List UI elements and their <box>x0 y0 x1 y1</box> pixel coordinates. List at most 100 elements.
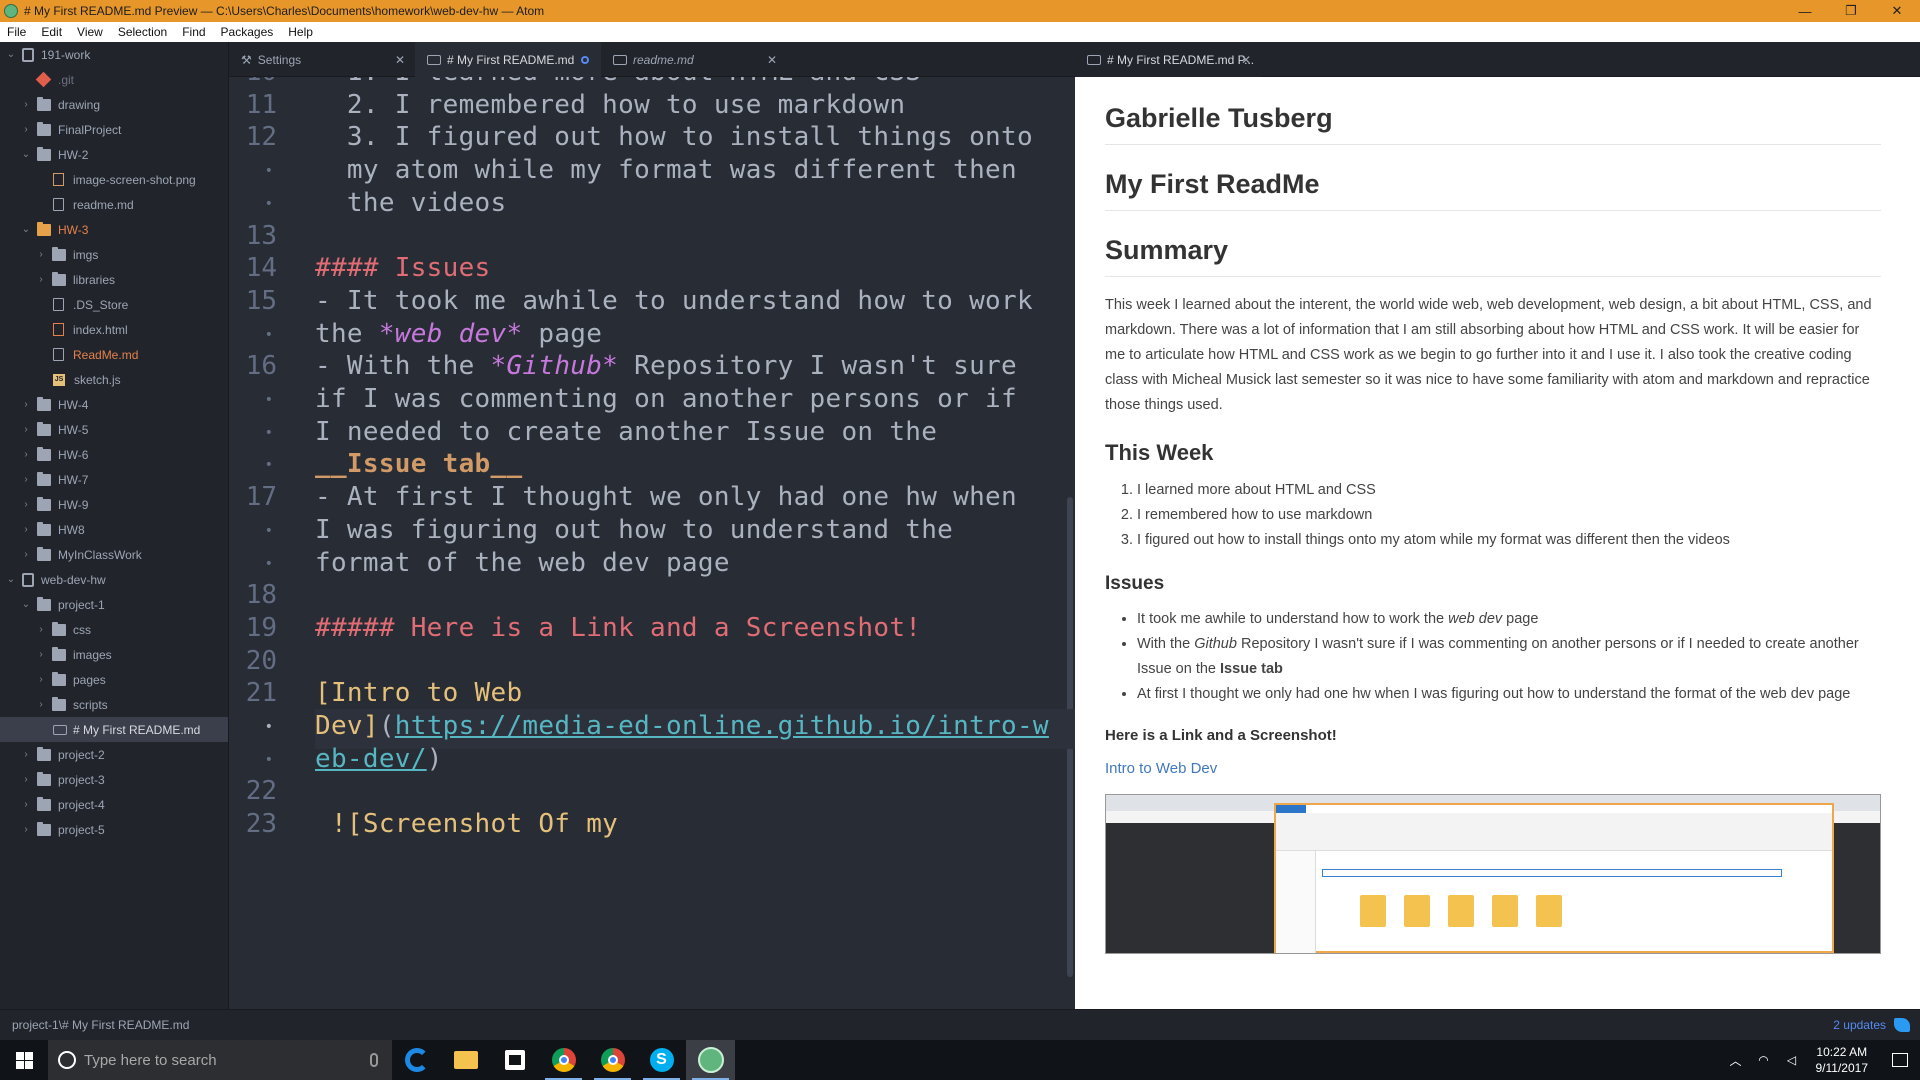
code-line[interactable]: I was figuring out how to understand the <box>315 515 953 545</box>
tree-item[interactable]: index.html <box>0 317 228 342</box>
chevron-down-icon[interactable]: ⌄ <box>6 574 16 585</box>
chevron-down-icon[interactable]: ⌄ <box>21 224 31 235</box>
status-file-path[interactable]: project-1\# My First README.md <box>0 1018 1833 1032</box>
chevron-right-icon[interactable]: › <box>21 749 31 760</box>
code-line[interactable]: I needed to create another Issue on the <box>315 417 937 447</box>
tree-item[interactable]: ⌄ HW-3 <box>0 217 228 242</box>
taskbar-search-box[interactable]: Type here to search <box>48 1040 392 1080</box>
taskbar-skype[interactable]: S <box>637 1040 686 1080</box>
tree-item[interactable]: › MyInClassWork <box>0 542 228 567</box>
tree-item[interactable]: › imgs <box>0 242 228 267</box>
volume-icon[interactable]: ◁ <box>1782 1053 1802 1067</box>
chevron-right-icon[interactable]: › <box>21 124 31 135</box>
code-line[interactable]: format of the web dev page <box>315 548 730 578</box>
tree-item[interactable]: › project-3 <box>0 767 228 792</box>
code-line[interactable]: if I was commenting on another persons o… <box>315 384 1017 414</box>
chevron-right-icon[interactable]: › <box>21 549 31 560</box>
code-line[interactable]: eb-dev/) <box>315 744 443 774</box>
menu-find[interactable]: Find <box>175 25 213 39</box>
tree-item[interactable]: › libraries <box>0 267 228 292</box>
taskbar-atom[interactable] <box>686 1040 735 1080</box>
tree-item[interactable]: › FinalProject <box>0 117 228 142</box>
tree-item[interactable]: › HW-7 <box>0 467 228 492</box>
tree-item[interactable]: › images <box>0 642 228 667</box>
maximize-button[interactable]: ❐ <box>1828 0 1874 22</box>
code-line[interactable]: __Issue tab__ <box>315 449 522 479</box>
close-button[interactable]: ✕ <box>1874 0 1920 22</box>
code-line[interactable]: 1. I learned more about HTML and CSS <box>315 77 921 87</box>
tree-item[interactable]: › css <box>0 617 228 642</box>
chevron-down-icon[interactable]: ⌄ <box>21 599 31 610</box>
tree-item[interactable]: .git <box>0 67 228 92</box>
chevron-right-icon[interactable]: › <box>21 399 31 410</box>
tree-item[interactable]: readme.md <box>0 192 228 217</box>
tree-item[interactable]: › HW-6 <box>0 442 228 467</box>
tree-item[interactable]: › drawing <box>0 92 228 117</box>
taskbar-edge[interactable] <box>392 1040 441 1080</box>
chevron-right-icon[interactable]: › <box>21 799 31 810</box>
tab-close-icon[interactable]: ✕ <box>767 53 777 67</box>
action-center-button[interactable] <box>1880 1040 1920 1080</box>
updates-indicator[interactable]: 2 updates <box>1833 1018 1920 1032</box>
chevron-right-icon[interactable]: › <box>36 674 46 685</box>
code-line[interactable]: Dev](https://media-ed-online.github.io/i… <box>315 711 1049 741</box>
tree-item[interactable]: JS sketch.js <box>0 367 228 392</box>
tree-item[interactable]: › project-2 <box>0 742 228 767</box>
menu-packages[interactable]: Packages <box>214 25 282 39</box>
chevron-right-icon[interactable]: › <box>36 249 46 260</box>
chevron-right-icon[interactable]: › <box>36 624 46 635</box>
microphone-icon[interactable] <box>370 1053 378 1067</box>
tab-settings[interactable]: ⚒ Settings ✕ <box>229 42 415 77</box>
tree-item[interactable]: › HW-5 <box>0 417 228 442</box>
tree-item[interactable]: › HW8 <box>0 517 228 542</box>
chevron-down-icon[interactable]: ⌄ <box>6 49 16 60</box>
code-line[interactable]: - With the *Github* Repository I wasn't … <box>315 351 1017 381</box>
intro-to-web-dev-link[interactable]: Intro to Web Dev <box>1105 760 1217 777</box>
code-line[interactable]: 3. I figured out how to install things o… <box>315 122 1033 152</box>
tree-item[interactable]: › scripts <box>0 692 228 717</box>
taskbar-chrome[interactable] <box>539 1040 588 1080</box>
code-line[interactable]: ##### Here is a Link and a Screenshot! <box>315 613 921 643</box>
chevron-right-icon[interactable]: › <box>36 649 46 660</box>
tree-item[interactable]: ⌄ project-1 <box>0 592 228 617</box>
chevron-right-icon[interactable]: › <box>21 824 31 835</box>
start-button[interactable] <box>0 1040 48 1080</box>
code-line[interactable]: the videos <box>315 188 506 218</box>
tree-item[interactable]: ReadMe.md <box>0 342 228 367</box>
menu-help[interactable]: Help <box>281 25 321 39</box>
tree-item[interactable]: › project-4 <box>0 792 228 817</box>
tab-close-icon[interactable]: ✕ <box>1241 53 1251 67</box>
chevron-right-icon[interactable]: › <box>21 99 31 110</box>
tree-item[interactable]: › HW-9 <box>0 492 228 517</box>
tree-item[interactable]: › project-5 <box>0 817 228 842</box>
code-line[interactable]: [Intro to Web <box>315 678 522 708</box>
code-line[interactable]: #### Issues <box>315 253 491 283</box>
taskbar-store[interactable] <box>490 1040 539 1080</box>
tree-item[interactable]: › HW-4 <box>0 392 228 417</box>
tree-item[interactable]: .DS_Store <box>0 292 228 317</box>
chevron-right-icon[interactable]: › <box>21 449 31 460</box>
chevron-right-icon[interactable]: › <box>21 474 31 485</box>
tree-item[interactable]: ⌄ HW-2 <box>0 142 228 167</box>
minimize-button[interactable]: — <box>1782 0 1828 22</box>
clock[interactable]: 10:22 AM 9/11/2017 <box>1816 1044 1869 1076</box>
menu-view[interactable]: View <box>70 25 111 39</box>
code-line[interactable]: - It took me awhile to understand how to… <box>315 286 1033 316</box>
tree-item[interactable]: › pages <box>0 667 228 692</box>
chevron-right-icon[interactable]: › <box>21 499 31 510</box>
chevron-right-icon[interactable]: › <box>21 424 31 435</box>
tab-readme[interactable]: readme.md ✕ <box>601 42 787 77</box>
tree-item[interactable]: ⌄ 191-work <box>0 42 228 67</box>
menu-selection[interactable]: Selection <box>111 25 175 39</box>
tab-readme-preview[interactable]: # My First README.md P... ✕ <box>1075 42 1261 77</box>
tab-my-first-readme[interactable]: # My First README.md <box>415 42 601 77</box>
taskbar-file-explorer[interactable] <box>441 1040 490 1080</box>
chevron-right-icon[interactable]: › <box>36 699 46 710</box>
code-line[interactable]: ![Screenshot Of my <box>315 809 618 839</box>
wifi-icon[interactable]: ◠ <box>1754 1053 1774 1067</box>
chevron-right-icon[interactable]: › <box>21 524 31 535</box>
code-line[interactable]: my atom while my format was different th… <box>315 155 1017 185</box>
chevron-down-icon[interactable]: ⌄ <box>21 149 31 160</box>
chevron-right-icon[interactable]: › <box>36 274 46 285</box>
tree-item[interactable]: ⌄ web-dev-hw <box>0 567 228 592</box>
